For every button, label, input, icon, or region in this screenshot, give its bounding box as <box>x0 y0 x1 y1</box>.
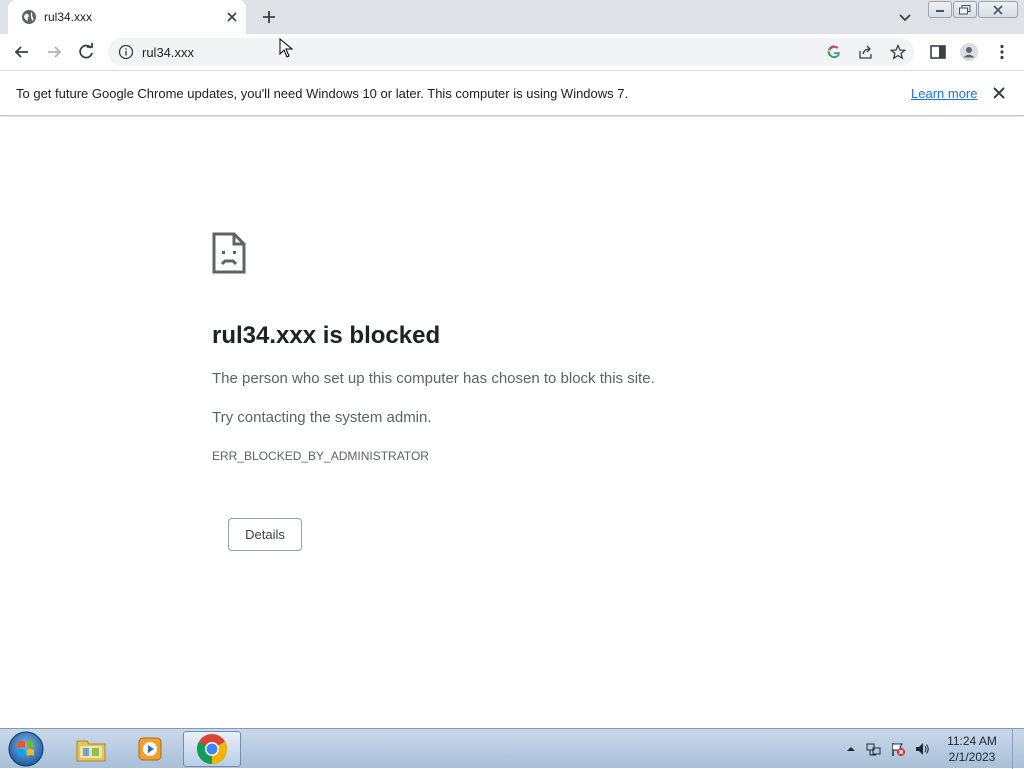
window-restore-button[interactable] <box>953 1 977 18</box>
bookmark-star-icon[interactable] <box>890 44 906 60</box>
share-icon[interactable] <box>858 44 874 60</box>
minimize-icon <box>936 9 944 12</box>
globe-icon <box>22 10 36 24</box>
new-tab-icon[interactable] <box>260 8 278 26</box>
mouse-cursor-icon <box>279 38 293 58</box>
reload-icon[interactable] <box>76 42 96 62</box>
error-description: The person who set up this computer has … <box>212 370 655 387</box>
volume-icon[interactable] <box>914 741 930 757</box>
browser-toolbar: rul34.xxx <box>0 34 1024 71</box>
network-icon[interactable] <box>866 741 882 757</box>
taskbar-explorer-button[interactable] <box>62 731 120 767</box>
windows-taskbar: 11:24 AM 2/1/2023 <box>0 728 1024 769</box>
error-hint: Try contacting the system admin. <box>212 409 432 426</box>
chrome-icon <box>196 734 228 765</box>
tab-close-icon[interactable] <box>224 9 240 25</box>
tab-active[interactable]: rul34.xxx <box>8 0 246 34</box>
system-clock[interactable]: 11:24 AM 2/1/2023 <box>940 733 1004 765</box>
sad-page-icon <box>212 232 246 274</box>
tab-strip: rul34.xxx <box>0 0 1024 34</box>
tab-title: rul34.xxx <box>44 10 93 24</box>
restore-icon <box>959 4 971 14</box>
clock-date: 2/1/2023 <box>948 750 996 764</box>
kebab-menu-icon[interactable] <box>992 42 1012 62</box>
info-icon[interactable] <box>118 44 134 60</box>
error-page: rul34.xxx is blocked The person who set … <box>0 117 1024 728</box>
back-arrow-icon[interactable] <box>12 42 32 62</box>
error-code: ERR_BLOCKED_BY_ADMINISTRATOR <box>212 449 429 463</box>
window-minimize-button[interactable] <box>928 1 952 18</box>
tab-search-chevron-icon[interactable] <box>896 8 914 26</box>
details-button[interactable]: Details <box>228 518 302 551</box>
google-lens-icon[interactable] <box>826 44 842 60</box>
show-desktop-button[interactable] <box>1012 729 1024 769</box>
close-icon <box>993 4 1003 15</box>
folder-icon <box>76 740 106 762</box>
action-center-flag-icon[interactable] <box>890 741 906 757</box>
taskbar-chrome-button[interactable] <box>183 731 241 767</box>
infobar-message: To get future Google Chrome updates, you… <box>16 86 629 101</box>
page-title: rul34.xxx is blocked <box>212 322 441 349</box>
side-panel-icon[interactable] <box>928 42 948 62</box>
infobar-close-icon[interactable] <box>991 85 1007 101</box>
windows-start-icon[interactable] <box>6 730 46 768</box>
tray-expand-icon[interactable] <box>843 741 859 757</box>
clock-time: 11:24 AM <box>947 734 997 748</box>
profile-avatar-icon[interactable] <box>959 42 979 62</box>
update-infobar: To get future Google Chrome updates, you… <box>0 71 1024 116</box>
forward-arrow-icon[interactable] <box>44 42 64 62</box>
learn-more-link[interactable]: Learn more <box>911 86 977 101</box>
window-close-button[interactable] <box>978 1 1018 18</box>
url-text[interactable]: rul34.xxx <box>142 45 194 60</box>
media-player-icon <box>138 737 162 761</box>
taskbar-media-player-button[interactable] <box>121 731 179 767</box>
address-bar[interactable]: rul34.xxx <box>108 38 914 66</box>
